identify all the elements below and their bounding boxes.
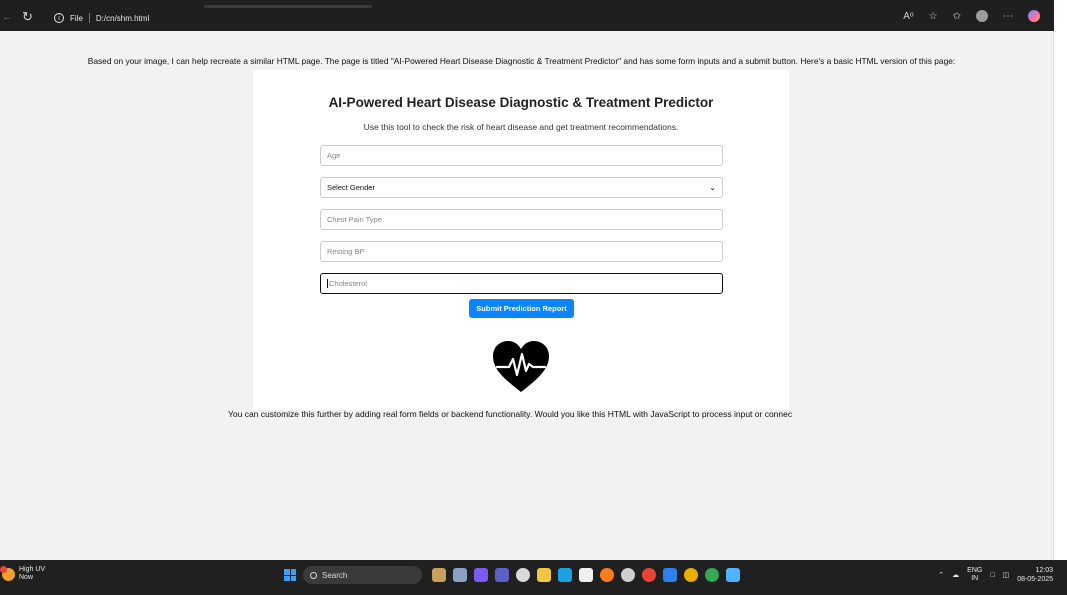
copilot-icon[interactable] [1028,10,1040,22]
teams-icon[interactable] [495,568,509,582]
weather-line1: High UV [19,566,46,573]
back-icon[interactable]: ← [2,11,13,23]
language-indicator[interactable]: ENG IN [967,567,982,583]
gender-selected-value: Select Gender [327,183,375,192]
heart-pulse-icon [493,341,549,392]
vscode-icon[interactable] [663,568,677,582]
alert-badge [0,565,7,573]
display-icon[interactable]: □ [990,572,994,579]
copilot-app-icon[interactable] [474,568,488,582]
window-edge [1053,31,1067,560]
age-input[interactable]: Age [320,145,723,166]
text-caret [327,279,328,288]
clock-time: 12:03 [1035,567,1053,574]
volume-icon[interactable]: ◫ [1003,571,1010,579]
chevron-up-icon[interactable]: ⌃ [938,571,944,579]
footer-text: You can customize this further by adding… [228,409,793,419]
read-aloud-icon[interactable]: Aᵒ [903,11,913,22]
page-subtitle: Use this tool to check the risk of heart… [363,122,679,132]
search-label: Search [322,570,348,580]
chest-pain-input[interactable]: Chest Pain Type [320,209,723,230]
address-pill[interactable]: i File D:/cn/shm.html [46,9,157,27]
language-line1: ENG [967,567,983,574]
resting-bp-input[interactable]: Resting BP [320,241,723,262]
address-text[interactable]: D:/cn/shm.html [96,14,149,23]
chest-pain-placeholder: Chest Pain Type [327,215,382,224]
browser-actions: Aᵒ ☆ ✩ ⋯ [903,10,1040,22]
search-icon [310,571,317,579]
intro-text: Based on your image, I can help recreate… [87,56,956,66]
file-label: File [70,13,83,23]
store-icon[interactable] [579,568,593,582]
pinned-apps [432,568,740,582]
firefox-icon[interactable] [600,568,614,582]
task-view-icon[interactable] [453,568,467,582]
address-bar[interactable] [46,9,886,27]
language-line2: IN [971,575,979,582]
chrome-icon[interactable] [642,568,656,582]
clock-date: 08-05-2025 [1017,576,1053,583]
widget-app-icon[interactable] [432,568,446,582]
edge-icon[interactable] [558,568,572,582]
clock[interactable]: 12:03 08-05-2025 [1017,566,1053,584]
more-icon[interactable]: ⋯ [1003,11,1013,22]
system-tray: ⌃ ☁ ENG IN □ ◫ 12:03 08-05-2025 [938,566,1053,584]
favorite-icon[interactable]: ☆ [929,11,938,22]
taskbar-search[interactable]: Search [303,566,422,584]
cholesterol-input[interactable]: Cholesterol [320,273,723,294]
browser-toolbar: ← ↻ i File D:/cn/shm.html Aᵒ ☆ ✩ ⋯ [0,0,1054,31]
form-card: AI-Powered Heart Disease Diagnostic & Tr… [253,70,789,410]
cholesterol-placeholder: Cholesterol [329,279,367,288]
notepad-icon[interactable] [726,568,740,582]
gender-select[interactable]: Select Gender ⌄ [320,177,723,198]
tab-strip [204,5,372,8]
age-placeholder: Age [327,151,341,160]
weather-text: High UV Now [19,566,45,582]
refresh-icon[interactable]: ↻ [22,9,33,25]
chrome-alt-icon[interactable] [705,568,719,582]
resting-bp-placeholder: Resting BP [327,247,365,256]
file-explorer-icon[interactable] [537,568,551,582]
weather-line2: Now [19,574,34,581]
windows-start-icon[interactable] [284,569,296,581]
divider [88,13,90,23]
favorites-icon[interactable]: ✩ [953,11,961,22]
settings-icon[interactable] [621,568,635,582]
weather-widget[interactable]: High UV Now [0,565,45,582]
page-title: AI-Powered Heart Disease Diagnostic & Tr… [328,95,714,110]
page-viewport: Based on your image, I can help recreate… [0,31,1053,560]
network-icon[interactable]: ☁ [952,571,959,579]
info-icon[interactable]: i [54,13,64,23]
taskbar: High UV Now Search ⌃ ☁ ENG IN □ ◫ 12:03 … [0,560,1067,595]
chrome-profile-icon[interactable] [684,568,698,582]
profile-icon[interactable] [976,10,988,22]
submit-button[interactable]: Submit Prediction Report [469,299,574,318]
dell-icon[interactable] [516,568,530,582]
weather-icon [0,565,15,581]
chevron-down-icon: ⌄ [709,183,716,192]
